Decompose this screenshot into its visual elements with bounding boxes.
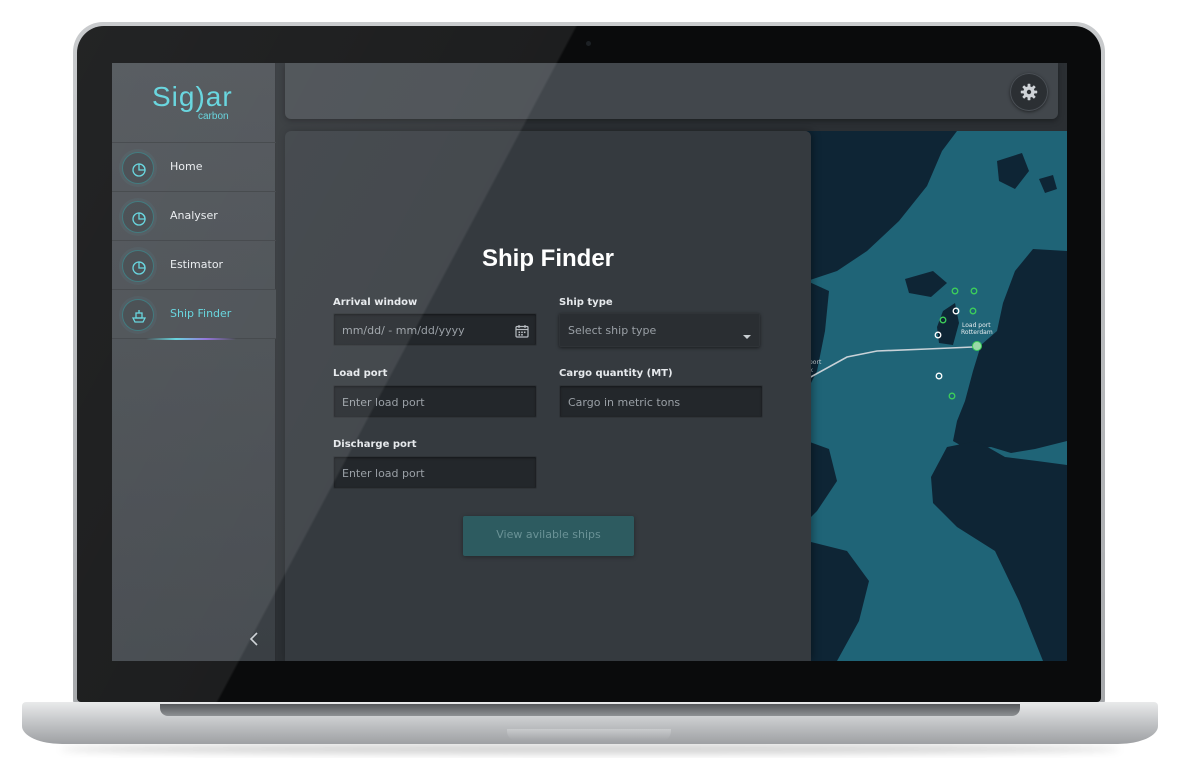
logo-wordmark: Sig)ar: [152, 81, 233, 112]
gear-icon: [1020, 83, 1038, 101]
ship-type-placeholder: Select ship type: [568, 324, 657, 337]
laptop-shadow: [60, 744, 1120, 754]
lid-opening-notch: [507, 729, 671, 741]
app-logo[interactable]: Sig)ar carbon: [112, 63, 276, 143]
arrival-window-input[interactable]: mm/dd/ - mm/dd/yyyy: [333, 313, 537, 346]
cargo-quantity-label: Cargo quantity (MT): [559, 368, 673, 379]
sidebar-item-label: Analyser: [170, 209, 218, 222]
app-screen: Sig)ar carbon Home Analyser Estimator Sh…: [112, 63, 1067, 661]
arrival-window-placeholder: mm/dd/ - mm/dd/yyyy: [342, 324, 465, 337]
keyboard-slot: [160, 704, 1020, 716]
sidebar-item-label: Home: [170, 160, 203, 173]
cargo-quantity-placeholder: Cargo in metric tons: [568, 396, 681, 409]
discharge-port-input[interactable]: Enter load port: [333, 456, 537, 489]
logo-subtitle: carbon: [198, 111, 229, 122]
ship-type-select[interactable]: Select ship type: [559, 313, 760, 347]
sidebar-item-estimator[interactable]: Estimator: [112, 241, 276, 290]
view-available-ships-button[interactable]: View avilable ships: [463, 516, 634, 556]
active-indicator: [146, 338, 236, 340]
page-title: Ship Finder: [482, 245, 614, 272]
sidebar-item-ship-finder[interactable]: Ship Finder: [112, 290, 276, 340]
ship-type-label: Ship type: [559, 297, 613, 308]
top-bar: [285, 63, 1058, 119]
chart-icon: [122, 250, 154, 282]
sidebar-item-analyser[interactable]: Analyser: [112, 192, 276, 241]
arrival-window-label: Arrival window: [333, 297, 418, 308]
discharge-port-placeholder: Enter load port: [342, 467, 425, 480]
webcam: [586, 41, 591, 46]
sidebar-item-home[interactable]: Home: [112, 143, 276, 192]
calendar-icon[interactable]: [515, 323, 529, 342]
collapse-sidebar-button[interactable]: [247, 631, 263, 647]
load-port-label: Load port: [333, 368, 388, 379]
dropdown-arrow-icon: [742, 326, 752, 345]
discharge-port-label: Discharge port: [333, 439, 417, 450]
load-port-input[interactable]: Enter load port: [333, 385, 537, 418]
view-available-ships-label: View avilable ships: [496, 528, 601, 541]
settings-button[interactable]: [1010, 73, 1048, 111]
map-label-load-port: Load port: [962, 322, 991, 329]
chart-icon: [122, 152, 154, 184]
chevron-left-icon: [249, 632, 258, 646]
map-canvas: Load port Rotterdam port rk: [807, 131, 1067, 661]
cargo-quantity-input[interactable]: Cargo in metric tons: [559, 385, 763, 418]
map-label-rotterdam: Rotterdam: [961, 329, 993, 336]
sidebar-item-label: Ship Finder: [170, 307, 232, 320]
rotterdam-marker: [972, 341, 982, 351]
sidebar: Sig)ar carbon Home Analyser Estimator Sh…: [112, 63, 276, 661]
ship-icon: [122, 299, 154, 331]
chart-icon: [122, 201, 154, 233]
route-map[interactable]: Load port Rotterdam port rk: [807, 131, 1067, 661]
load-port-placeholder: Enter load port: [342, 396, 425, 409]
ship-finder-panel: Ship Finder Arrival window mm/dd/ - mm/d…: [285, 131, 811, 661]
sidebar-item-label: Estimator: [170, 258, 224, 271]
